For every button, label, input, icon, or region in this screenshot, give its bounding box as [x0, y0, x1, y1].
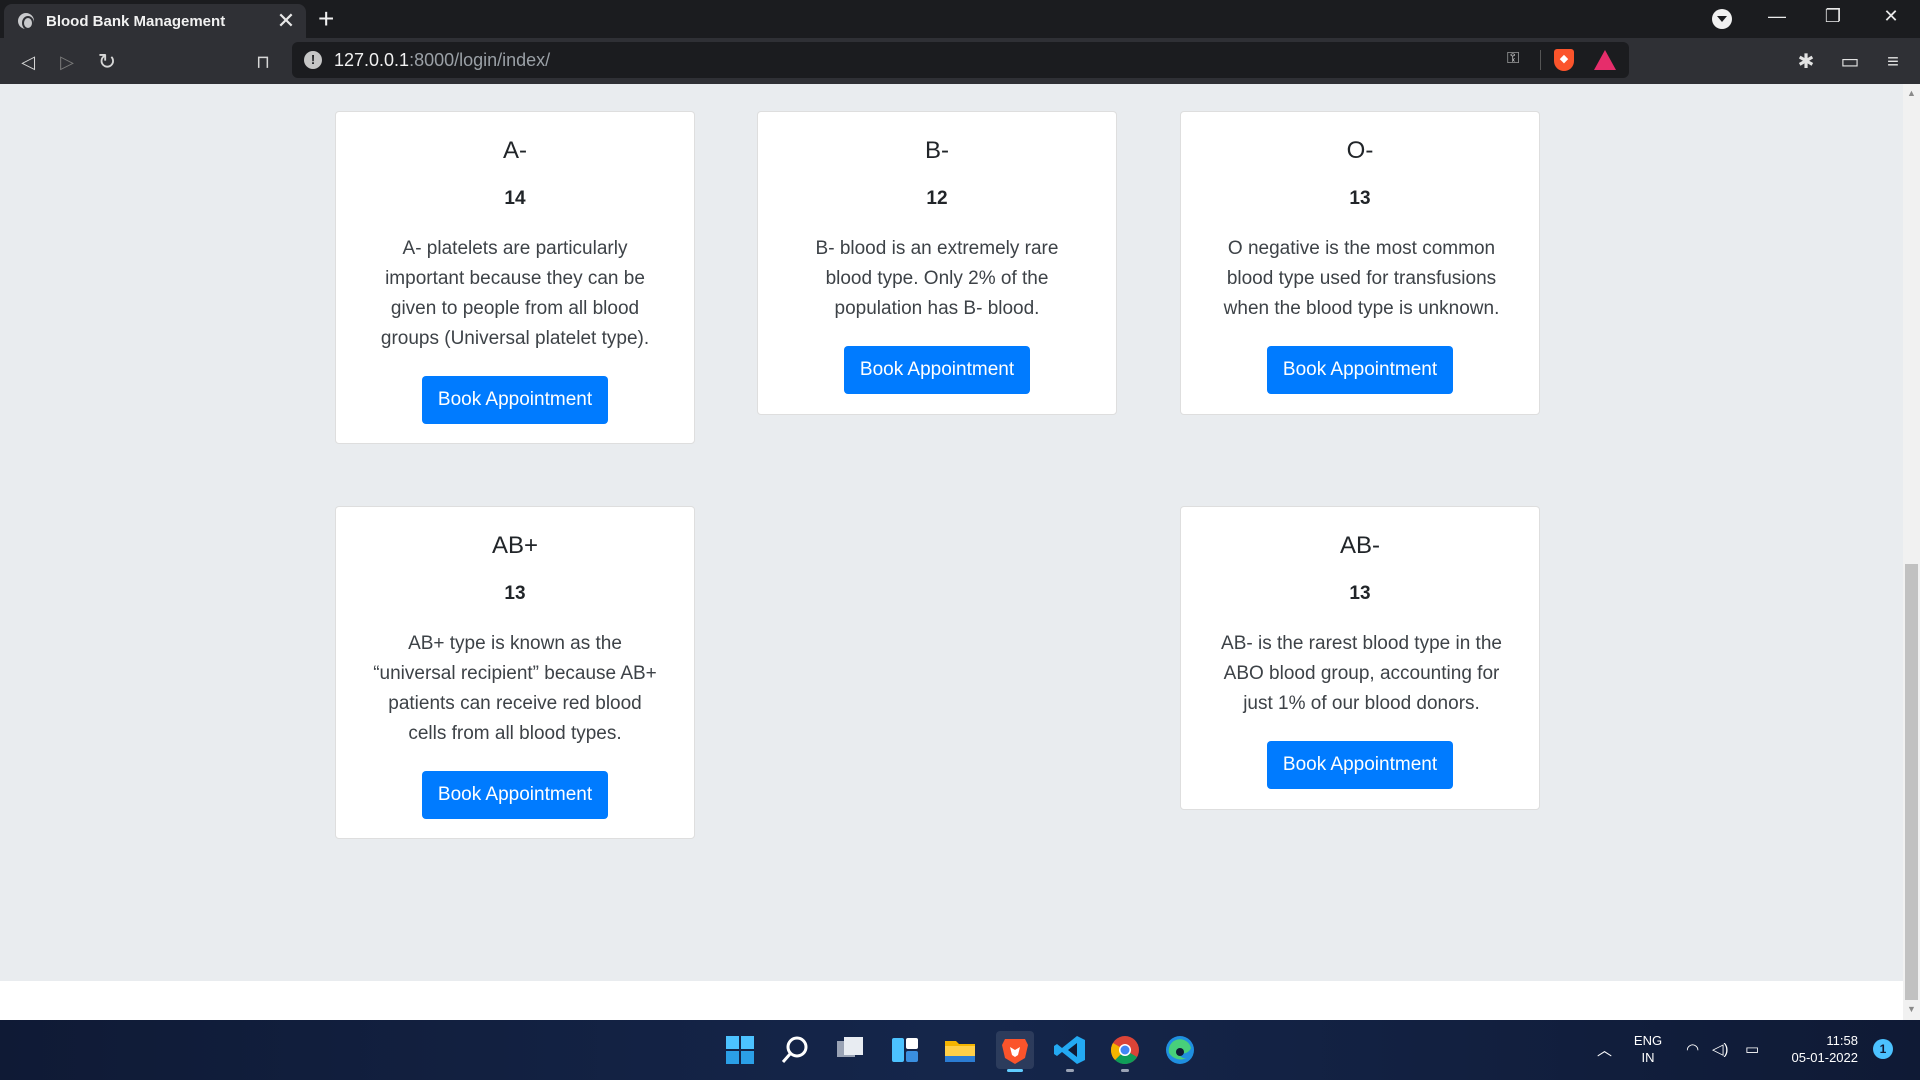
blood-group-description: A- platelets are particularly important …	[380, 238, 650, 349]
brave-shields-icon[interactable]: ◆	[1554, 49, 1574, 71]
new-tab-button[interactable]: +	[318, 4, 334, 34]
blood-group-title: A-	[503, 137, 527, 164]
wallet-icon[interactable]: ▭	[1836, 48, 1864, 76]
blood-unit-count: 13	[1349, 583, 1371, 604]
notification-badge[interactable]: 1	[1873, 1039, 1893, 1059]
scroll-down-icon[interactable]: ▼	[1905, 1004, 1918, 1014]
start-icon[interactable]	[721, 1031, 759, 1069]
url-path: :8000/login/index/	[409, 49, 551, 70]
blood-unit-count: 14	[504, 188, 526, 209]
battery-icon[interactable]: ▭	[1745, 1040, 1759, 1058]
region-code: IN	[1641, 1050, 1655, 1065]
open-app-indicator	[1066, 1069, 1074, 1072]
scroll-up-icon[interactable]: ▲	[1905, 88, 1918, 98]
blood-group-description: B- blood is an extremely rare blood type…	[815, 238, 1059, 319]
address-bar[interactable]: ! 127.0.0.1:8000/login/index/ ⚿ ◆	[292, 42, 1629, 78]
scrollbar-thumb[interactable]	[1905, 564, 1918, 1000]
blood-group-description: O negative is the most common blood type…	[1223, 238, 1500, 319]
minimize-button[interactable]: —	[1762, 6, 1792, 27]
brave-browser-icon[interactable]	[996, 1031, 1034, 1072]
clock-time: 11:58	[1826, 1033, 1858, 1048]
back-icon[interactable]: ◁	[14, 48, 42, 76]
book-appointment-button[interactable]: Book Appointment	[1266, 741, 1454, 789]
language-code: ENG	[1633, 1033, 1663, 1048]
book-appointment-button[interactable]: Book Appointment	[421, 376, 609, 424]
globe-icon	[18, 13, 34, 30]
extensions-icon[interactable]: ✱	[1792, 48, 1820, 76]
blood-unit-count: 12	[926, 188, 948, 209]
bookmark-icon[interactable]: ⊓	[249, 48, 277, 76]
search-icon[interactable]	[776, 1031, 814, 1069]
key-icon[interactable]: ⚿	[1507, 50, 1519, 68]
blood-group-card: A- 14 A- platelets are particularly impo…	[335, 111, 695, 444]
open-app-indicator	[1121, 1069, 1129, 1072]
page-footer-area	[0, 981, 1920, 1020]
book-appointment-button[interactable]: Book Appointment	[843, 346, 1031, 394]
blood-group-card: AB+ 13 AB+ type is known as the “univers…	[335, 506, 695, 839]
browser-tab[interactable]: Blood Bank Management ✕	[4, 4, 306, 38]
language-indicator[interactable]: ENG IN	[1628, 1032, 1668, 1066]
blood-group-title: AB-	[1339, 532, 1380, 559]
blood-group-description: AB+ type is known as the “universal reci…	[373, 633, 657, 744]
tab-title: Blood Bank Management	[46, 12, 226, 30]
book-appointment-button[interactable]: Book Appointment	[421, 771, 609, 819]
blood-group-title: B-	[925, 137, 949, 164]
restore-button[interactable]: ❐	[1818, 6, 1848, 27]
reload-icon[interactable]: ↻	[93, 48, 121, 76]
browser-toolbar: ◁ ▷ ↻ ⊓ ! 127.0.0.1:8000/login/index/ ⚿ …	[0, 38, 1920, 84]
close-window-button[interactable]: ✕	[1876, 6, 1906, 27]
omnibox-divider	[1540, 50, 1541, 70]
volume-icon[interactable]: ◁)	[1712, 1040, 1729, 1058]
active-app-indicator	[1007, 1069, 1023, 1072]
clock-date: 05-01-2022	[1791, 1050, 1859, 1065]
browser-tab-bar: Blood Bank Management ✕ + — ❐ ✕	[0, 0, 1920, 38]
edge-icon[interactable]	[1161, 1031, 1199, 1069]
blood-unit-count: 13	[1349, 188, 1371, 209]
tab-search-icon[interactable]	[1712, 9, 1732, 29]
task-view-icon[interactable]	[831, 1031, 869, 1069]
book-appointment-button[interactable]: Book Appointment	[1266, 346, 1454, 394]
menu-icon[interactable]: ≡	[1879, 48, 1907, 76]
widgets-icon[interactable]	[886, 1031, 924, 1069]
blood-group-card: O- 13 O negative is the most common bloo…	[1180, 111, 1540, 415]
chrome-icon[interactable]	[1106, 1031, 1144, 1072]
blood-group-title: AB+	[491, 532, 539, 559]
wifi-icon[interactable]: ◠	[1686, 1040, 1699, 1058]
blood-group-card: AB- 13 AB- is the rarest blood type in t…	[1180, 506, 1540, 810]
blood-group-card: B- 12 B- blood is an extremely rare bloo…	[757, 111, 1117, 415]
close-tab-icon[interactable]: ✕	[276, 10, 296, 32]
page-viewport: A- 14 A- platelets are particularly impo…	[0, 84, 1903, 981]
vscode-icon[interactable]	[1051, 1031, 1089, 1072]
url-host: 127.0.0.1	[334, 49, 410, 70]
forward-icon[interactable]: ▷	[53, 48, 81, 76]
blood-group-description: AB- is the rarest blood type in the ABO …	[1221, 633, 1502, 714]
site-info-icon[interactable]: !	[304, 51, 322, 69]
chevron-up-icon[interactable]: ︿	[1597, 1039, 1612, 1060]
blood-unit-count: 13	[504, 583, 526, 604]
file-explorer-icon[interactable]	[941, 1031, 979, 1069]
clock[interactable]: 11:58 05-01-2022	[1778, 1032, 1859, 1066]
brave-rewards-icon[interactable]	[1594, 50, 1616, 70]
blood-group-title: O-	[1346, 137, 1374, 164]
